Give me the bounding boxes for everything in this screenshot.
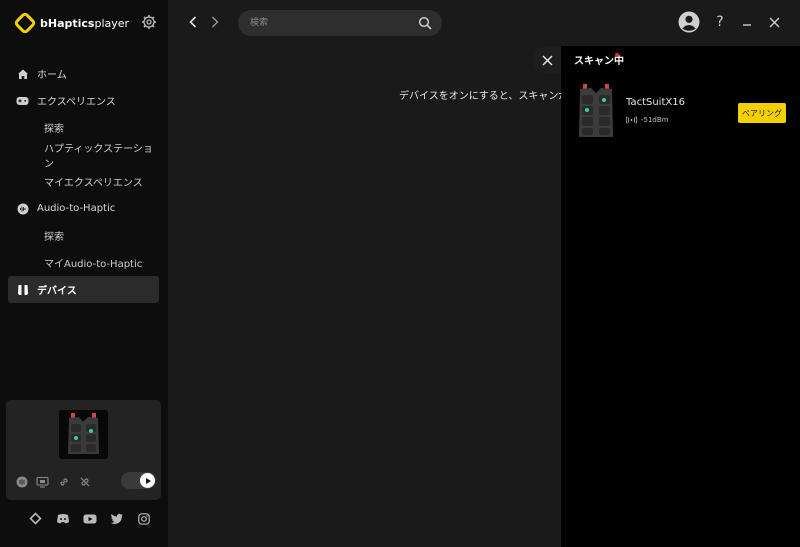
play-icon — [140, 473, 155, 488]
sidebar-item-label: ハプティックステーション — [44, 143, 153, 170]
sidebar-item-label: エクスペリエンス — [37, 97, 116, 108]
sidebar-item-label: マイエクスペリエンス — [44, 178, 143, 189]
scanning-indicator-dot — [615, 53, 619, 57]
logo-product: player — [94, 16, 130, 30]
sidebar-item-label: Audio-to-Haptic — [37, 203, 116, 214]
sidebar-item-label: 探索 — [44, 124, 64, 135]
device-card — [6, 400, 161, 500]
sidebar-nav: ホーム エクスペリエンス 探索 ハプティックステーション マイエクスペリエンス … — [8, 60, 159, 303]
device-name: TactSuitX16 — [626, 97, 685, 108]
social-links — [28, 511, 151, 526]
link-icon[interactable] — [56, 474, 71, 489]
settings-gear-icon[interactable] — [141, 14, 157, 30]
play-toggle[interactable] — [121, 472, 156, 489]
scan-instruction-message: デバイスをオンにすると、スキャンが始ま — [399, 91, 589, 102]
unlink-icon[interactable] — [77, 474, 92, 489]
bhaptics-logo-icon — [14, 12, 36, 34]
signal-strength: -51dBm — [641, 116, 669, 124]
search-bar — [238, 10, 442, 36]
close-icon — [541, 54, 553, 66]
instagram-icon[interactable] — [136, 511, 151, 526]
youtube-icon[interactable] — [82, 511, 97, 526]
sidebar-item-haptic-station[interactable]: ハプティックステーション — [8, 141, 159, 170]
sidebar-item-my-audio-to-haptic[interactable]: マイAudio-to-Haptic — [8, 249, 159, 276]
minimize-icon[interactable] — [739, 10, 755, 34]
sidebar-item-home[interactable]: ホーム — [8, 60, 159, 87]
device-thumbnail[interactable] — [59, 410, 108, 459]
back-chevron-icon[interactable] — [186, 14, 200, 30]
sidebar-item-audio-explore[interactable]: 探索 — [8, 222, 159, 249]
app-logo[interactable]: bHapticsplayer — [14, 12, 129, 34]
audio-wave-icon — [16, 202, 29, 215]
tactsuit-vest-icon — [579, 84, 613, 137]
vest-icon — [16, 283, 29, 296]
logo-brand: bHaptics — [40, 16, 95, 30]
gamepad-icon — [16, 94, 29, 107]
card-icon-row — [14, 474, 92, 489]
sidebar-item-label: マイAudio-to-Haptic — [44, 259, 143, 270]
sidebar-item-devices[interactable]: デバイス — [8, 276, 159, 303]
sidebar-item-label: デバイス — [37, 286, 77, 297]
sidebar-item-label: 探索 — [44, 232, 64, 243]
vest-image-icon — [59, 410, 108, 459]
close-window-icon[interactable] — [766, 10, 782, 34]
search-icon[interactable] — [418, 16, 432, 30]
account-icon[interactable] — [677, 10, 701, 34]
close-scan-panel-button[interactable] — [533, 47, 561, 73]
sidebar-item-experience-explore[interactable]: 探索 — [8, 114, 159, 141]
sidebar: bHapticsplayer ホーム エクスペリエンス 探索 ハプティックステー… — [0, 0, 168, 547]
scan-panel: スキャン中 TactSuitX16 -51dBm ペアリング — [561, 46, 800, 547]
search-input[interactable] — [250, 10, 410, 36]
scanned-device-row[interactable]: TactSuitX16 -51dBm ペアリング — [561, 81, 800, 141]
bhaptics-diamond-icon[interactable] — [28, 511, 43, 526]
home-icon — [16, 67, 29, 80]
sidebar-item-audio-to-haptic[interactable]: Audio-to-Haptic — [8, 195, 159, 222]
audio-wave-icon[interactable] — [14, 474, 29, 489]
top-bar: ? — [168, 0, 800, 46]
sidebar-item-experience[interactable]: エクスペリエンス — [8, 87, 159, 114]
sidebar-item-my-experience[interactable]: マイエクスペリエンス — [8, 168, 159, 195]
screen-icon[interactable] — [35, 474, 50, 489]
device-signal: -51dBm — [626, 116, 669, 124]
pair-button[interactable]: ペアリング — [738, 103, 786, 123]
discord-icon[interactable] — [55, 511, 70, 526]
signal-icon — [626, 116, 637, 124]
forward-chevron-icon[interactable] — [208, 14, 222, 30]
help-icon[interactable]: ? — [712, 10, 728, 34]
sidebar-item-label: ホーム — [37, 70, 67, 81]
twitter-icon[interactable] — [109, 511, 124, 526]
